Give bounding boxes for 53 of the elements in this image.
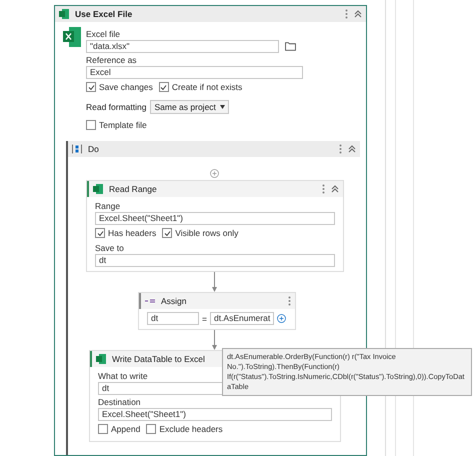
checkbox-label: Visible rows only (175, 228, 238, 238)
caret-icon (220, 105, 225, 109)
checkbox-label: Create if not exists (172, 82, 242, 92)
equals-sign: = (202, 314, 207, 324)
collapse-icon[interactable] (348, 145, 356, 153)
add-icon[interactable] (210, 169, 218, 178)
collapse-icon[interactable] (354, 10, 362, 18)
more-icon[interactable] (288, 296, 291, 306)
activity-title: Write DataTable to Excel (112, 354, 205, 364)
field-label: Excel file (86, 29, 120, 39)
checkbox[interactable] (95, 228, 105, 238)
field-label: Read formatting (86, 102, 146, 112)
field-label: What to write (98, 371, 148, 381)
checkbox[interactable] (162, 228, 172, 238)
assign-icon (145, 298, 155, 304)
checkbox[interactable] (86, 120, 96, 130)
field-label: Save to (95, 243, 124, 253)
dropdown[interactable]: Same as project (150, 100, 229, 114)
spreadsheet-icon (93, 184, 103, 194)
input-field[interactable]: "data.xlsx" (86, 40, 279, 53)
add-icon[interactable] (277, 314, 286, 323)
spreadsheet-icon (96, 354, 106, 364)
checkbox[interactable] (158, 82, 169, 92)
checkbox[interactable] (146, 424, 156, 434)
arrow-icon (210, 330, 218, 350)
input-field[interactable]: dt (147, 312, 199, 325)
checkbox[interactable] (98, 424, 108, 434)
input-field[interactable]: Excel (86, 66, 303, 79)
more-icon[interactable] (339, 144, 342, 154)
field-label: Range (95, 201, 120, 211)
activity-title: Assign (161, 296, 187, 306)
more-icon[interactable] (322, 184, 325, 194)
input-field[interactable]: dt (95, 254, 335, 267)
checkbox-label: Has headers (108, 228, 156, 238)
checkbox[interactable] (86, 82, 96, 92)
checkbox-label: Exclude headers (159, 424, 223, 434)
field-label: Reference as (86, 55, 137, 65)
field-label: Destination (98, 397, 141, 407)
spreadsheet-icon (63, 27, 81, 47)
spreadsheet-icon (59, 9, 69, 19)
activity-title: Use Excel File (75, 9, 132, 19)
checkbox-label: Append (111, 424, 140, 434)
folder-icon[interactable] (285, 41, 296, 52)
input-field[interactable]: Excel.Sheet("Sheet1") (98, 408, 332, 421)
input-field[interactable]: dt.AsEnumerat (210, 312, 274, 325)
checkbox-label: Template file (99, 120, 147, 130)
collapse-icon[interactable] (331, 185, 339, 193)
sequence-icon (72, 144, 82, 154)
sequence-title: Do (88, 144, 99, 154)
activity-title: Read Range (109, 184, 157, 194)
checkbox-label: Save changes (99, 82, 153, 92)
more-icon[interactable] (345, 9, 348, 19)
input-field[interactable]: Excel.Sheet("Sheet1") (95, 212, 335, 225)
